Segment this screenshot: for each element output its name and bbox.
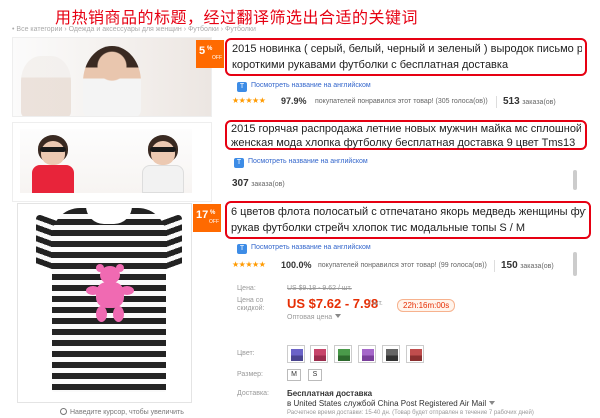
product-3-rating-desc[interactable]: покупателей понравился этот товар! (99 г… xyxy=(318,262,487,269)
size-label: Размер: xyxy=(237,371,264,378)
shipping-method: United States службой China Post Registe… xyxy=(293,399,487,408)
shirt-swatch-icon xyxy=(291,349,303,361)
scrollbar[interactable] xyxy=(573,252,577,276)
model-face xyxy=(151,141,175,165)
discount-percent: 17 xyxy=(196,209,209,221)
translate-link-label: Посмотреть название на английском xyxy=(251,244,371,251)
orders-label: заказа(ов) xyxy=(251,181,285,188)
sunglasses-icon xyxy=(40,147,66,152)
original-price: US $9.18 - 9.62 / шт. xyxy=(287,285,352,292)
wholesale-price-dropdown[interactable]: Оптовая цена xyxy=(287,314,342,321)
translate-link-label: Посмотреть название на английском xyxy=(248,158,368,165)
orders-label: заказа(ов) xyxy=(522,99,556,106)
product-1-photo-figure xyxy=(21,56,71,116)
product-2-translate-link[interactable]: T Посмотреть название на английском xyxy=(234,158,368,168)
chevron-down-icon xyxy=(489,401,496,405)
discount-price-label-1: Цена со xyxy=(237,297,264,304)
shirt-swatch-icon xyxy=(338,349,350,361)
scrollbar[interactable] xyxy=(573,170,577,190)
size-option-m[interactable]: M xyxy=(287,369,301,381)
translate-icon: T xyxy=(237,244,247,254)
zoom-hint-text: Наведите курсор, чтобы увеличить xyxy=(70,409,184,416)
divider xyxy=(496,96,497,108)
orders-count: 307 xyxy=(232,178,249,189)
product-3-title-line-1[interactable]: 6 цветов флота полосатый с отпечатано як… xyxy=(231,204,586,220)
color-swatch-1[interactable] xyxy=(287,345,305,363)
wholesale-label: Оптовая цена xyxy=(287,314,333,321)
price-per-unit: / шт. xyxy=(369,300,383,307)
discount-percent-sign: % xyxy=(210,210,216,216)
product-3-rating-stars: ★★★★★ xyxy=(232,260,266,269)
shipping-title: Бесплатная доставка xyxy=(287,389,373,398)
price-label: Цена: xyxy=(237,285,256,292)
color-swatch-5[interactable] xyxy=(382,345,400,363)
divider xyxy=(494,260,495,272)
product-1-translate-link[interactable]: T Посмотреть название на английском xyxy=(237,82,371,92)
shirt-swatch-icon xyxy=(362,349,374,361)
discount-off-label: OFF xyxy=(212,55,222,61)
product-1-discount-badge: 5% OFF xyxy=(196,40,224,68)
color-label: Цвет: xyxy=(237,350,255,357)
discount-percent: 5 xyxy=(199,45,206,57)
translate-icon: T xyxy=(237,82,247,92)
model-face xyxy=(41,141,65,165)
product-3-translate-link[interactable]: T Посмотреть название на английском xyxy=(237,244,371,254)
product-3-orders[interactable]: 150 заказа(ов) xyxy=(501,260,554,271)
breadcrumb[interactable]: • Все категории › Одежда и аксессуары дл… xyxy=(12,26,256,33)
product-3-rating-percent: 100.0% xyxy=(281,260,312,270)
white-shirt xyxy=(142,165,184,193)
product-3-title-line-2[interactable]: рукав футболки стрейч хлопок тис модальн… xyxy=(231,220,586,236)
magnifier-icon xyxy=(60,408,67,415)
shirt-swatch-icon xyxy=(314,349,326,361)
pink-bear-print xyxy=(86,264,134,326)
discount-price-label-2: скидкой: xyxy=(237,305,265,312)
shirt-swatch-icon xyxy=(410,349,422,361)
product-2-orders[interactable]: 307 заказа(ов) xyxy=(232,178,285,189)
product-1-title-line-1[interactable]: 2015 новинка ( серый, белый, черный и зе… xyxy=(232,41,582,57)
banner-text: 用热销商品的标题，经过翻译筛选出合适的关键词 xyxy=(55,8,419,27)
translate-link-label: Посмотреть название на английском xyxy=(251,82,371,89)
product-1-rating-percent: 97.9% xyxy=(281,96,307,106)
product-2-photo xyxy=(20,129,192,193)
red-shirt xyxy=(32,165,74,193)
shipping-time: Расчетное время доставки: 15-40 дн. (Тов… xyxy=(287,410,534,416)
color-swatch-2[interactable] xyxy=(310,345,328,363)
discount-price: US $7.62 - 7.98 xyxy=(287,296,379,311)
chevron-down-icon xyxy=(335,314,342,318)
product-1-title-line-2[interactable]: короткими рукавами футболки с бесплатная… xyxy=(232,57,582,73)
product-1-orders[interactable]: 513 заказа(ов) xyxy=(503,96,556,107)
product-2-title-line-2[interactable]: женская мода хлопка футболку бесплатная … xyxy=(231,135,581,151)
shipping-destination[interactable]: в United States службой China Post Regis… xyxy=(287,399,496,408)
size-option-s[interactable]: S xyxy=(308,369,322,381)
discount-percent-sign: % xyxy=(207,46,213,52)
orders-count: 513 xyxy=(503,96,520,107)
zoom-hint: Наведите курсор, чтобы увеличить xyxy=(60,408,184,416)
color-swatch-6[interactable] xyxy=(406,345,424,363)
product-1-rating-desc[interactable]: покупателей понравился этот товар! (305 … xyxy=(315,98,488,105)
annotation-banner: 用热销商品的标题，经过翻译筛选出合适的关键词 xyxy=(0,0,600,27)
countdown-timer: 22h:16m:00s xyxy=(397,299,456,312)
shirt-swatch-icon xyxy=(386,349,398,361)
product-1-rating-stars: ★★★★★ xyxy=(232,96,266,105)
discount-off-label: OFF xyxy=(209,219,219,225)
color-swatch-3[interactable] xyxy=(334,345,352,363)
orders-count: 150 xyxy=(501,260,518,271)
sunglasses-icon xyxy=(150,147,176,152)
orders-label: заказа(ов) xyxy=(520,263,554,270)
color-swatch-4[interactable] xyxy=(358,345,376,363)
shipping-label: Доставка: xyxy=(237,390,270,397)
translate-icon: T xyxy=(234,158,244,168)
striped-tshirt-photo xyxy=(36,206,182,392)
shipping-in: в xyxy=(287,399,292,408)
product-3-discount-badge: 17% OFF xyxy=(193,204,221,232)
product-1-photo-model xyxy=(83,46,141,116)
product-1-image[interactable] xyxy=(12,37,212,117)
